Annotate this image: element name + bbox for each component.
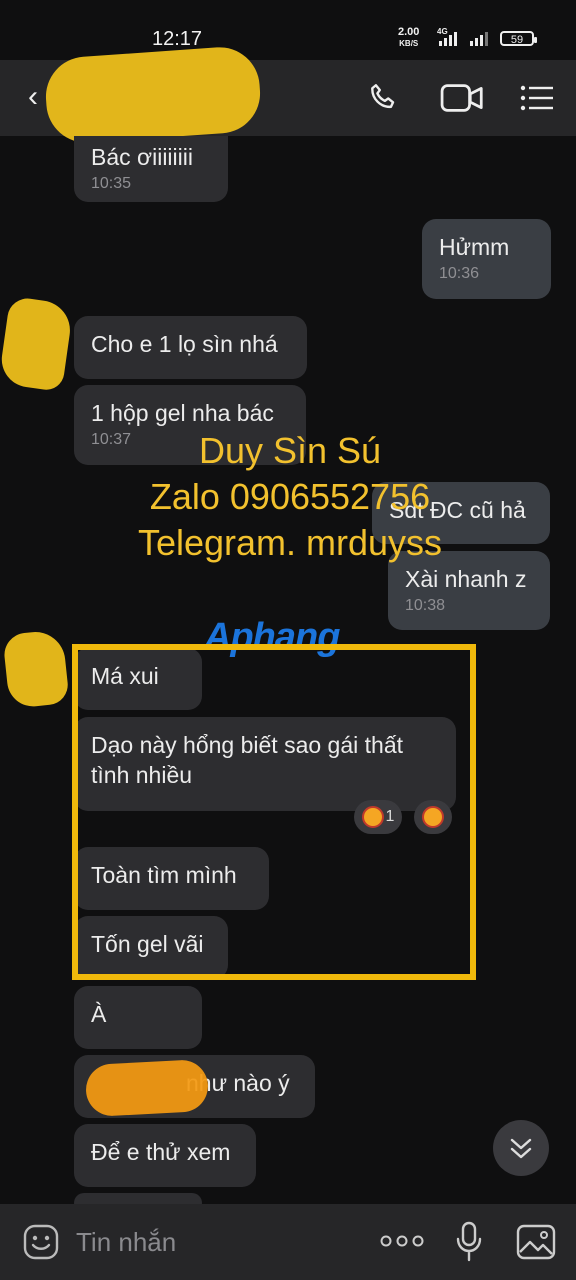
message-m11[interactable]: À — [74, 986, 202, 1049]
network-speed-unit: KB/S — [399, 39, 419, 48]
microphone-icon[interactable] — [454, 1220, 484, 1264]
censor-blob-text — [84, 1058, 210, 1118]
signal-icon — [439, 30, 457, 46]
censor-blob-avatar-2 — [2, 629, 70, 709]
message-time: 10:38 — [405, 597, 446, 614]
video-call-icon[interactable] — [440, 82, 484, 114]
highlight-frame — [72, 644, 476, 980]
message-input[interactable] — [74, 1226, 358, 1259]
message-text: Xài nhanh z — [405, 566, 527, 592]
message-time: 10:36 — [439, 265, 480, 282]
censor-blob-name — [43, 44, 263, 146]
message-text: Bác ơiiiiiiii — [91, 144, 193, 170]
message-time: 10:37 — [91, 431, 132, 448]
message-m5[interactable]: Sdt ĐC cũ hả — [372, 482, 550, 544]
more-dots-icon[interactable] — [380, 1234, 424, 1248]
status-time: 12:17 — [152, 28, 203, 50]
phone-icon[interactable] — [366, 80, 402, 116]
message-m13[interactable]: Để e thử xem — [74, 1124, 256, 1187]
message-text: Để e thử xem — [91, 1139, 231, 1165]
network-speed: 2.00 KB/S — [398, 27, 419, 49]
message-m6[interactable]: Xài nhanh z 10:38 — [388, 551, 550, 630]
image-icon[interactable] — [516, 1224, 556, 1260]
list-menu-icon[interactable] — [520, 84, 554, 112]
battery-icon: 59 — [500, 31, 537, 46]
signal-icon-2 — [470, 30, 488, 46]
message-text: Cho e 1 lọ sìn nhá — [91, 331, 278, 357]
scroll-down-button[interactable] — [493, 1120, 549, 1176]
message-m2[interactable]: Hửmm 10:36 — [422, 219, 551, 299]
message-text: 1 hộp gel nha bác — [91, 400, 274, 426]
message-text: Sdt ĐC cũ hả — [389, 497, 526, 523]
message-text: À — [91, 1001, 107, 1027]
status-bar — [0, 0, 576, 60]
network-speed-value: 2.00 — [398, 26, 420, 38]
message-time: 10:35 — [91, 175, 132, 192]
double-chevron-down-icon — [510, 1138, 532, 1159]
emoji-icon[interactable] — [22, 1223, 60, 1261]
message-m1[interactable]: Bác ơiiiiiiii 10:35 — [74, 136, 228, 202]
message-m4[interactable]: 1 hộp gel nha bác 10:37 — [74, 385, 306, 465]
message-text: Hửmm — [439, 234, 510, 260]
censor-blob-avatar-1 — [0, 295, 74, 393]
chevron-left-icon[interactable]: ‹ — [28, 80, 38, 114]
message-m3[interactable]: Cho e 1 lọ sìn nhá — [74, 316, 307, 379]
